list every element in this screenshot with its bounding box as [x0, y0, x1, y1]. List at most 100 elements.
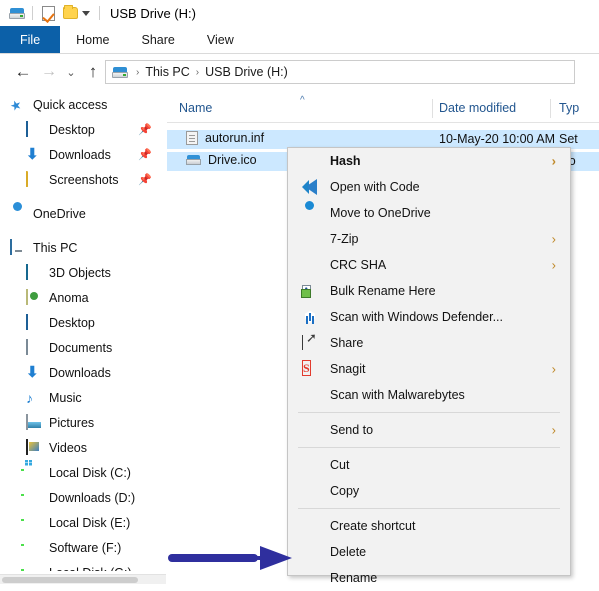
- menu-item-delete[interactable]: Delete: [288, 539, 570, 565]
- sidebar-item-label: Software (F:): [49, 540, 122, 555]
- divider: [32, 6, 33, 20]
- menu-item-create-shortcut[interactable]: Create shortcut: [288, 513, 570, 539]
- breadcrumb-item-this-pc[interactable]: This PC: [145, 65, 189, 79]
- sidebar-item-documents[interactable]: Documents: [0, 335, 166, 360]
- sidebar-item-videos[interactable]: Videos: [0, 435, 166, 460]
- file-name-cell[interactable]: autorun.inf: [179, 131, 264, 145]
- new-folder-icon[interactable]: [61, 4, 79, 22]
- monitor-icon: [26, 313, 42, 331]
- menu-item-label: Cut: [330, 458, 350, 472]
- video-icon: [26, 438, 42, 456]
- navigation-pane[interactable]: ★ Quick access Desktop 📌 ⬇ Downloads 📌 S…: [0, 92, 166, 571]
- sidebar-item-label: Downloads: [49, 147, 111, 162]
- menu-item-cut[interactable]: Cut: [288, 452, 570, 478]
- sidebar-item-this-pc[interactable]: This PC: [0, 235, 166, 260]
- tab-file[interactable]: File: [0, 26, 61, 53]
- recent-locations-button[interactable]: ⌄: [62, 59, 80, 85]
- file-type-cell: Set: [559, 132, 578, 146]
- breadcrumb[interactable]: › This PC › USB Drive (H:): [105, 60, 575, 84]
- sidebar-item-quick-access[interactable]: ★ Quick access: [0, 92, 166, 117]
- sidebar-item-label: Desktop: [49, 315, 95, 330]
- sidebar-item-local-disk-c[interactable]: Local Disk (C:): [0, 460, 166, 485]
- sidebar-item-local-disk-e[interactable]: Local Disk (E:): [0, 510, 166, 535]
- menu-item-open-with-code[interactable]: Open with Code: [288, 174, 570, 200]
- menu-item-label: Bulk Rename Here: [330, 284, 436, 298]
- pin-icon[interactable]: 📌: [138, 148, 152, 161]
- tab-share[interactable]: Share: [126, 26, 191, 53]
- sidebar-item-screenshots[interactable]: Screenshots 📌: [0, 167, 166, 192]
- drive-icon: [26, 490, 42, 506]
- chevron-right-icon: ›: [551, 231, 556, 247]
- pin-icon[interactable]: 📌: [138, 173, 152, 186]
- menu-item-crc-sha[interactable]: CRC SHA ›: [288, 252, 570, 278]
- sidebar-item-anoma[interactable]: Anoma: [0, 285, 166, 310]
- title-bar: USB Drive (H:): [0, 0, 599, 26]
- menu-item-snagit[interactable]: S Snagit ›: [288, 356, 570, 382]
- column-header-type[interactable]: Typ: [559, 101, 579, 115]
- document-icon: [26, 338, 42, 356]
- properties-icon[interactable]: [39, 4, 57, 22]
- column-header-name[interactable]: Name: [179, 101, 212, 115]
- drive-icon: [8, 4, 26, 22]
- menu-item-scan-with-windows-defender[interactable]: Scan with Windows Defender...: [288, 304, 570, 330]
- menu-item-7-zip[interactable]: 7-Zip ›: [288, 226, 570, 252]
- sidebar-horizontal-scrollbar[interactable]: [0, 574, 166, 584]
- forward-button[interactable]: →: [36, 59, 62, 85]
- sidebar-item-label: Pictures: [49, 415, 95, 430]
- breadcrumb-separator: ›: [195, 66, 200, 78]
- sidebar-item-label: Videos: [49, 440, 87, 455]
- menu-item-label: Copy: [330, 484, 360, 498]
- sidebar-item-label: OneDrive: [33, 206, 86, 221]
- breadcrumb-item-usb-drive[interactable]: USB Drive (H:): [205, 65, 288, 79]
- music-note-icon: ♪: [26, 389, 33, 406]
- menu-item-hash[interactable]: Hash ›: [288, 148, 570, 174]
- chevron-right-icon: ›: [551, 257, 556, 273]
- sidebar-item-desktop-pc[interactable]: Desktop: [0, 310, 166, 335]
- back-button[interactable]: ←: [10, 59, 36, 85]
- menu-item-label: Scan with Windows Defender...: [330, 310, 503, 324]
- menu-item-send-to[interactable]: Send to ›: [288, 417, 570, 443]
- customize-dropdown-icon[interactable]: [79, 4, 93, 22]
- sidebar-item-label: Downloads (D:): [49, 490, 136, 505]
- inf-file-icon: [186, 131, 198, 145]
- sidebar-item-onedrive[interactable]: OneDrive: [0, 201, 166, 226]
- sidebar-item-downloads-pc[interactable]: ⬇ Downloads: [0, 360, 166, 385]
- menu-item-move-to-onedrive[interactable]: Move to OneDrive: [288, 200, 570, 226]
- file-name-label: autorun.inf: [205, 131, 265, 145]
- tab-home[interactable]: Home: [60, 26, 125, 53]
- menu-item-bulk-rename-here[interactable]: A Bulk Rename Here: [288, 278, 570, 304]
- snagit-icon: S: [302, 360, 311, 376]
- sidebar-item-software-f[interactable]: Software (F:): [0, 535, 166, 560]
- divider: [99, 6, 100, 20]
- context-menu[interactable]: Hash › Open with Code Move to OneDrive 7…: [287, 147, 571, 585]
- column-header-date-modified[interactable]: Date modified: [439, 101, 516, 115]
- menu-item-copy[interactable]: Copy: [288, 478, 570, 504]
- folder-icon: [26, 170, 42, 188]
- file-name-cell[interactable]: Drive.ico: [179, 153, 257, 167]
- tab-view[interactable]: View: [191, 26, 250, 53]
- sidebar-item-music[interactable]: ♪ Music: [0, 385, 166, 410]
- bulk-rename-icon: A: [302, 285, 311, 297]
- drive-icon: [26, 515, 42, 531]
- windows-defender-icon: [302, 309, 318, 325]
- sidebar-item-local-disk-g[interactable]: Local Disk (G:): [0, 560, 166, 572]
- download-arrow-icon: ⬇: [26, 363, 39, 381]
- windows-drive-icon: [26, 465, 42, 481]
- menu-item-rename[interactable]: Rename: [288, 565, 570, 591]
- sidebar-item-downloads[interactable]: ⬇ Downloads 📌: [0, 142, 166, 167]
- menu-item-share[interactable]: Share: [288, 330, 570, 356]
- menu-item-scan-with-malwarebytes[interactable]: Scan with Malwarebytes: [288, 382, 570, 408]
- up-button[interactable]: ↑: [80, 59, 106, 85]
- pin-icon[interactable]: 📌: [138, 123, 152, 136]
- sidebar-item-label: Quick access: [33, 97, 108, 112]
- sidebar-item-3d-objects[interactable]: 3D Objects: [0, 260, 166, 285]
- network-folder-icon: [26, 288, 42, 306]
- sidebar-item-pictures[interactable]: Pictures: [0, 410, 166, 435]
- sidebar-item-downloads-d[interactable]: Downloads (D:): [0, 485, 166, 510]
- star-pin-icon: ★: [7, 95, 24, 114]
- file-name-label: Drive.ico: [208, 153, 257, 167]
- cloud-icon: [10, 206, 26, 222]
- menu-item-label: Create shortcut: [330, 519, 416, 533]
- sidebar-item-desktop[interactable]: Desktop 📌: [0, 117, 166, 142]
- file-list-header: Name ^ Date modified Typ: [167, 95, 599, 123]
